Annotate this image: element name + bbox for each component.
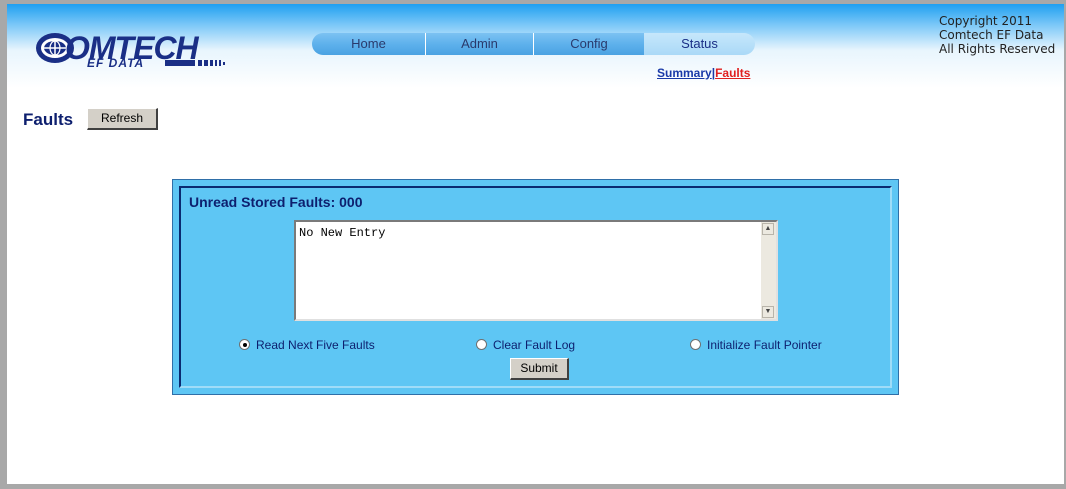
scroll-down-icon[interactable]: ▼	[762, 306, 774, 318]
header-banner: OMTECH EF DATA Home Admin Config Status …	[7, 4, 1064, 88]
subnav-faults-link[interactable]: Faults	[715, 66, 750, 80]
fault-log-text: No New Entry	[299, 226, 386, 240]
refresh-button[interactable]: Refresh	[87, 108, 158, 130]
faults-panel: Unread Stored Faults: 000 No New Entry ▲…	[172, 179, 899, 395]
option-clear-fault-log[interactable]: Clear Fault Log	[476, 338, 575, 352]
comtech-logo: OMTECH EF DATA	[35, 30, 235, 72]
copyright-notice: Copyright 2011 Comtech EF Data All Right…	[939, 14, 1055, 56]
radio-read-next-five[interactable]	[239, 339, 250, 350]
option-read-next-five[interactable]: Read Next Five Faults	[239, 338, 375, 352]
option-initialize-pointer-label: Initialize Fault Pointer	[707, 338, 822, 352]
window-frame-bottom	[0, 484, 1066, 489]
option-clear-fault-log-label: Clear Fault Log	[493, 338, 576, 352]
faults-panel-inner: Unread Stored Faults: 000 No New Entry ▲…	[179, 186, 892, 388]
fault-log-textarea[interactable]: No New Entry ▲ ▼	[294, 220, 778, 321]
tab-config[interactable]: Config	[533, 33, 644, 55]
main-nav: Home Admin Config Status	[312, 33, 755, 57]
tab-home[interactable]: Home	[312, 33, 425, 55]
fault-log-scrollbar[interactable]: ▲ ▼	[761, 222, 776, 319]
status-subnav: Summary|Faults	[657, 66, 750, 80]
option-read-next-five-label: Read Next Five Faults	[256, 338, 375, 352]
radio-initialize-pointer[interactable]	[690, 339, 701, 350]
page-title: Faults	[23, 110, 74, 129]
window-frame-left	[0, 0, 7, 489]
tab-status[interactable]: Status	[644, 33, 755, 55]
submit-button[interactable]: Submit	[510, 358, 569, 380]
logo-bars-icon	[165, 60, 225, 66]
unread-faults-title: Unread Stored Faults: 000	[189, 194, 363, 210]
scroll-up-icon[interactable]: ▲	[762, 223, 774, 235]
option-initialize-pointer[interactable]: Initialize Fault Pointer	[690, 338, 822, 352]
tab-admin[interactable]: Admin	[425, 33, 533, 55]
copyright-line-1: Copyright 2011	[939, 14, 1032, 28]
logo-subtitle: EF DATA	[87, 56, 145, 70]
subnav-summary-link[interactable]: Summary	[657, 66, 712, 80]
copyright-line-2: Comtech EF Data	[939, 28, 1044, 42]
radio-clear-fault-log[interactable]	[476, 339, 487, 350]
copyright-line-3: All Rights Reserved	[939, 42, 1056, 56]
